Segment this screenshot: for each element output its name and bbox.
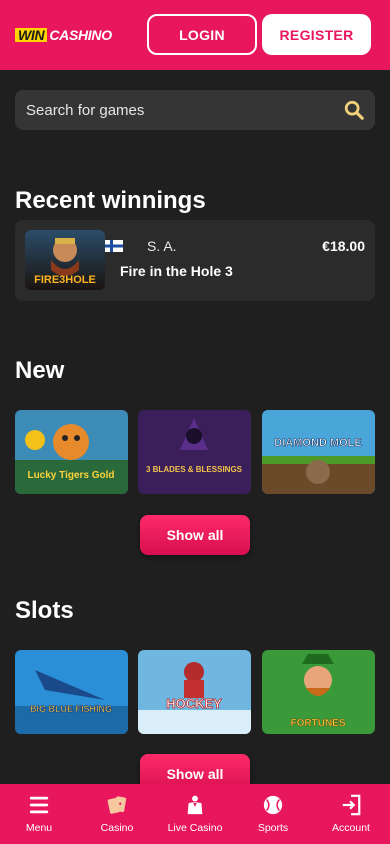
nav-label-casino: Casino: [100, 822, 134, 834]
win-amount: €18.00: [322, 238, 365, 254]
finland-flag-icon: [105, 240, 123, 252]
cards-icon: [107, 796, 127, 814]
slots-section-title: Slots: [15, 597, 74, 624]
login-button[interactable]: LOGIN: [147, 14, 257, 55]
menu-icon: [29, 796, 49, 814]
game-tile-big-blue-fishing[interactable]: BIG BLUE FISHING: [15, 650, 128, 734]
nav-item-casino[interactable]: Casino: [78, 784, 156, 844]
recent-win-card[interactable]: FIRE3HOLE: [15, 220, 375, 301]
game-tile-hockey[interactable]: HOCKEY: [138, 650, 251, 734]
game-tile-label: BIG BLUE FISHING: [30, 704, 112, 714]
top-header: WIN CASHINO LOGIN REGISTER: [0, 0, 390, 70]
search-bar: [15, 90, 375, 130]
search-icon[interactable]: [343, 99, 365, 121]
logo[interactable]: WIN CASHINO: [15, 28, 112, 42]
nav-item-sports[interactable]: Sports: [234, 784, 312, 844]
dealer-icon: [187, 795, 203, 815]
new-section-title: New: [15, 357, 65, 384]
show-all-new-button[interactable]: Show all: [140, 515, 250, 555]
game-thumbnail-fire-in-the-hole[interactable]: FIRE3HOLE: [25, 230, 105, 290]
game-tile-label: HOCKEY: [166, 696, 222, 711]
nav-label-menu: Menu: [25, 822, 53, 834]
game-tile-leprechaun-fortunes[interactable]: FORTUNES: [262, 650, 375, 734]
nav-item-live-casino[interactable]: Live Casino: [156, 784, 234, 844]
logo-win: WIN: [15, 28, 48, 42]
nav-label-account: Account: [332, 822, 370, 834]
nav-item-account[interactable]: Account: [312, 784, 390, 844]
bottom-navigation: Menu Casino Live Casino Sports Account: [0, 784, 390, 844]
game-tile-label: 3 BLADES & BLESSINGS: [146, 465, 243, 474]
ball-icon: [263, 795, 283, 815]
game-tile-label: FORTUNES: [291, 718, 346, 729]
search-input[interactable]: [26, 101, 326, 119]
register-button[interactable]: REGISTER: [262, 14, 371, 55]
svg-text:FIRE3HOLE: FIRE3HOLE: [34, 274, 96, 286]
winner-name: S. A.: [147, 238, 177, 254]
nav-item-menu[interactable]: Menu: [0, 784, 78, 844]
nav-label-live-casino: Live Casino: [167, 822, 223, 834]
game-tile-diamond-mole[interactable]: DIAMOND MOLE: [262, 410, 375, 494]
game-tile-label: Lucky Tigers Gold: [27, 470, 114, 481]
nav-label-sports: Sports: [257, 822, 289, 834]
logo-casino: CASHINO: [49, 27, 112, 43]
game-tile-3-blades-blessings[interactable]: 3 BLADES & BLESSINGS: [138, 410, 251, 494]
login-icon: [342, 794, 361, 816]
win-game-name[interactable]: Fire in the Hole 3: [120, 263, 233, 279]
game-tile-lucky-tigers-gold[interactable]: Lucky Tigers Gold: [15, 410, 128, 494]
recent-winnings-title: Recent winnings: [15, 187, 206, 214]
game-tile-label: DIAMOND MOLE: [274, 437, 361, 449]
